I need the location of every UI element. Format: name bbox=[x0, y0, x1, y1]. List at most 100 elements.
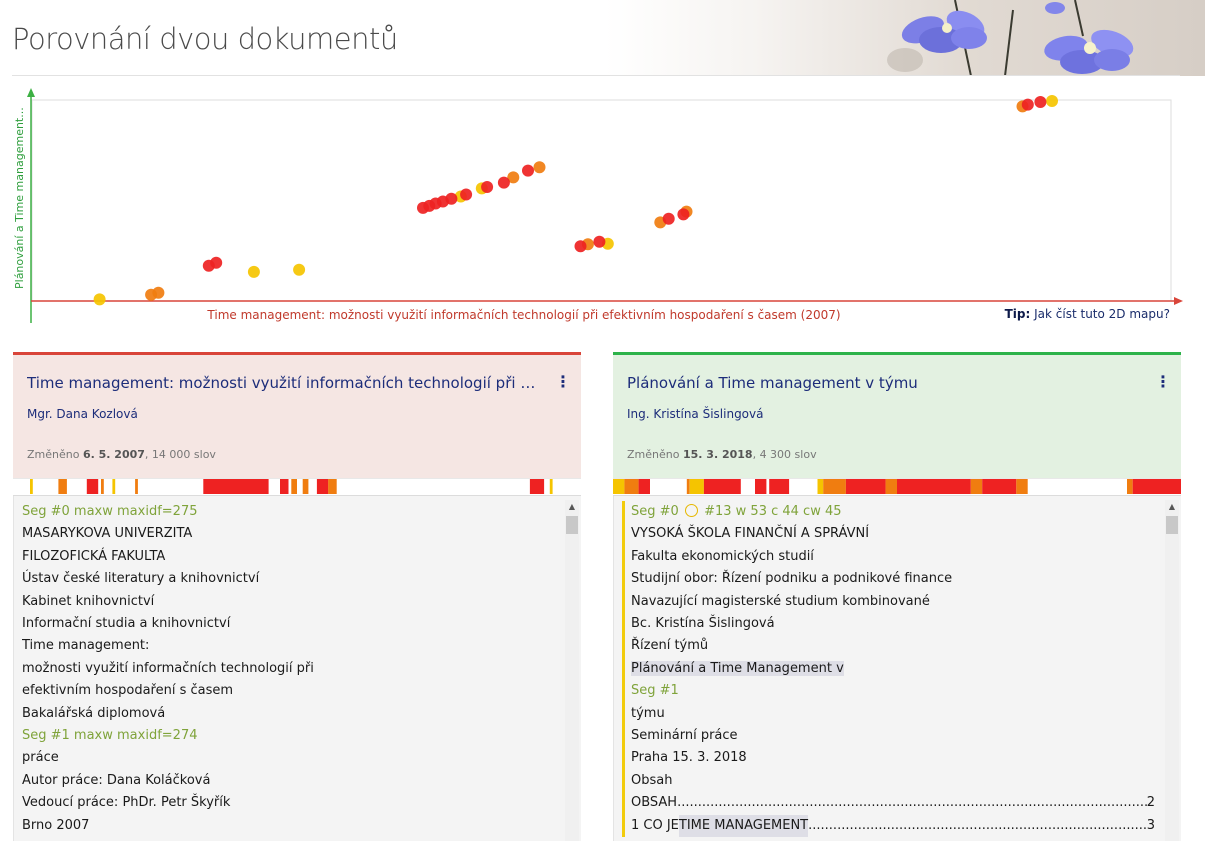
heatbar-segment[interactable] bbox=[755, 479, 767, 494]
scroll-up-icon[interactable]: ▲ bbox=[565, 500, 579, 514]
heatbar-segment[interactable] bbox=[30, 479, 33, 494]
chart-point-orange[interactable] bbox=[533, 161, 546, 174]
chart-point-red[interactable] bbox=[460, 188, 473, 201]
heatbar-segment[interactable] bbox=[982, 479, 1017, 494]
text-line: FILOZOFICKÁ FAKULTA bbox=[22, 548, 166, 564]
heatbar-segment[interactable] bbox=[897, 479, 971, 494]
right-document-author[interactable]: Ing. Kristína Šislingová bbox=[627, 407, 763, 421]
tip-link[interactable]: Jak číst tuto 2D mapu? bbox=[1034, 307, 1170, 321]
toc-leader-dots: ........................................… bbox=[808, 817, 1147, 833]
chart-point-red[interactable] bbox=[1034, 96, 1047, 108]
heatbar-segment[interactable] bbox=[280, 479, 289, 494]
map-tip[interactable]: Tip: Jak číst tuto 2D mapu? bbox=[1005, 307, 1170, 321]
text-line: MASARYKOVA UNIVERZITA bbox=[22, 526, 193, 542]
heatbar-segment[interactable] bbox=[885, 479, 897, 494]
heatbar-segment[interactable] bbox=[769, 479, 790, 494]
heatbar-segment[interactable] bbox=[817, 479, 824, 494]
left-document-author[interactable]: Mgr. Dana Kozlová bbox=[27, 407, 138, 421]
heatbar-segment[interactable] bbox=[1127, 479, 1133, 494]
heatbar-segment[interactable] bbox=[203, 479, 269, 494]
heatbar-segment[interactable] bbox=[316, 479, 329, 494]
chart-point-red[interactable] bbox=[481, 181, 494, 193]
text-line: Vedoucí práce: PhDr. Petr Škyřík bbox=[22, 795, 231, 811]
right-heatbar-svg[interactable] bbox=[613, 479, 1181, 495]
left-document-heatbar[interactable] bbox=[13, 478, 581, 496]
chart-point-red[interactable] bbox=[574, 240, 587, 253]
chart-y-axis-label: Plánování a Time management... bbox=[13, 107, 26, 289]
chart-point-yellow[interactable] bbox=[93, 293, 106, 306]
similarity-map-chart[interactable]: Time management: možnosti využití inform… bbox=[0, 80, 1205, 330]
heatbar-segment[interactable] bbox=[703, 479, 741, 494]
segment-label: Seg #0 bbox=[631, 504, 679, 519]
right-document-title[interactable]: Plánování a Time management v týmu bbox=[627, 374, 1142, 392]
right-document-text[interactable]: Seg #0 #13 w 53 c 44 cw 45 VYSOKÁ ŠKOLA … bbox=[613, 496, 1181, 841]
segment-detail: #13 w 53 c 44 cw 45 bbox=[704, 504, 842, 519]
heatbar-segment[interactable] bbox=[689, 479, 704, 494]
heatbar-segment[interactable] bbox=[58, 479, 67, 494]
left-heatbar-svg[interactable] bbox=[13, 479, 581, 495]
chart-y-axis-arrow bbox=[27, 88, 35, 97]
right-document-panel: Plánování a Time management v týmu ⋮ Ing… bbox=[613, 352, 1181, 841]
segment-marker: Seg #0 maxw maxidf=275 bbox=[22, 504, 198, 519]
chart-points bbox=[93, 95, 1058, 306]
highlighted-match[interactable]: Plánování a Time Management v bbox=[631, 660, 844, 676]
heatbar-segment[interactable] bbox=[112, 479, 116, 494]
heatbar-segment[interactable] bbox=[845, 479, 886, 494]
text-line: Plánování a Time Management v bbox=[631, 658, 1155, 680]
chart-point-red[interactable] bbox=[677, 208, 690, 221]
chart-point-yellow[interactable] bbox=[293, 263, 306, 276]
chart-point-red[interactable] bbox=[522, 164, 534, 177]
chart-point-yellow[interactable] bbox=[1046, 95, 1058, 107]
heatbar-segment[interactable] bbox=[1132, 479, 1181, 494]
heatbar-segment[interactable] bbox=[970, 479, 983, 494]
left-scrollbar[interactable]: ▲ bbox=[565, 500, 579, 841]
heatbar-segment[interactable] bbox=[823, 479, 846, 494]
chart-point-red[interactable] bbox=[445, 192, 458, 205]
chart-point-red[interactable] bbox=[210, 256, 223, 269]
left-document-panel: Time management: možnosti využití inform… bbox=[13, 352, 581, 841]
right-scroll-thumb[interactable] bbox=[1166, 516, 1178, 534]
text-line: Bc. Kristína Šislingová bbox=[631, 616, 775, 632]
heatbar-segment[interactable] bbox=[86, 479, 99, 494]
right-document-heatbar[interactable] bbox=[613, 478, 1181, 496]
heatbar-segment[interactable] bbox=[302, 479, 309, 494]
segment-marker: Seg #1 bbox=[631, 683, 679, 699]
toc-page-number: 3 bbox=[1146, 817, 1155, 833]
heatbar-segment[interactable] bbox=[529, 479, 545, 494]
chart-point-red[interactable] bbox=[1021, 98, 1034, 111]
left-document-text[interactable]: Seg #0 maxw maxidf=275 MASARYKOVA UNIVERZ… bbox=[13, 496, 581, 841]
text-line: Seminární práce bbox=[631, 728, 738, 744]
heatbar-segment[interactable] bbox=[135, 479, 138, 494]
scroll-up-icon[interactable]: ▲ bbox=[1165, 500, 1179, 514]
text-line: Obsah bbox=[631, 772, 673, 788]
chart-point-red[interactable] bbox=[593, 235, 606, 248]
heatbar-segment[interactable] bbox=[1016, 479, 1028, 494]
chart-svg[interactable]: Time management: možnosti využití inform… bbox=[0, 80, 1205, 330]
heatbar-segment[interactable] bbox=[291, 479, 297, 494]
heatbar-segment[interactable] bbox=[624, 479, 639, 494]
heatbar-segment[interactable] bbox=[686, 479, 690, 494]
changed-label: Změněno bbox=[27, 448, 80, 461]
chart-point-yellow[interactable] bbox=[247, 265, 260, 278]
text-line: efektivním hospodaření s časem bbox=[22, 683, 234, 699]
left-document-title[interactable]: Time management: možnosti využití inform… bbox=[27, 374, 542, 392]
text-line: možnosti využití informačních technologi… bbox=[22, 660, 314, 676]
chart-point-orange[interactable] bbox=[152, 286, 165, 299]
text-line: OBSAH ..................................… bbox=[631, 792, 1155, 814]
flowers-image bbox=[887, 0, 1134, 76]
chart-point-red[interactable] bbox=[497, 176, 510, 189]
left-scroll-thumb[interactable] bbox=[566, 516, 578, 534]
heatbar-segment[interactable] bbox=[549, 479, 553, 494]
text-line: Praha 15. 3. 2018 bbox=[631, 750, 747, 766]
left-document-menu-icon[interactable]: ⋮ bbox=[555, 374, 571, 391]
right-document-lines: Seg #0 #13 w 53 c 44 cw 45 VYSOKÁ ŠKOLA … bbox=[622, 501, 1155, 838]
heatbar-segment[interactable] bbox=[328, 479, 337, 494]
highlighted-match[interactable]: TIME MANAGEMENT bbox=[678, 814, 809, 838]
heatbar-segment[interactable] bbox=[613, 479, 625, 494]
heatbar-segment[interactable] bbox=[101, 479, 104, 494]
right-scrollbar[interactable]: ▲ bbox=[1165, 500, 1179, 841]
heatbar-segment[interactable] bbox=[638, 479, 650, 494]
text-line: Bakalářská diplomová bbox=[22, 705, 166, 721]
chart-point-red[interactable] bbox=[662, 212, 675, 225]
right-document-menu-icon[interactable]: ⋮ bbox=[1155, 374, 1171, 391]
